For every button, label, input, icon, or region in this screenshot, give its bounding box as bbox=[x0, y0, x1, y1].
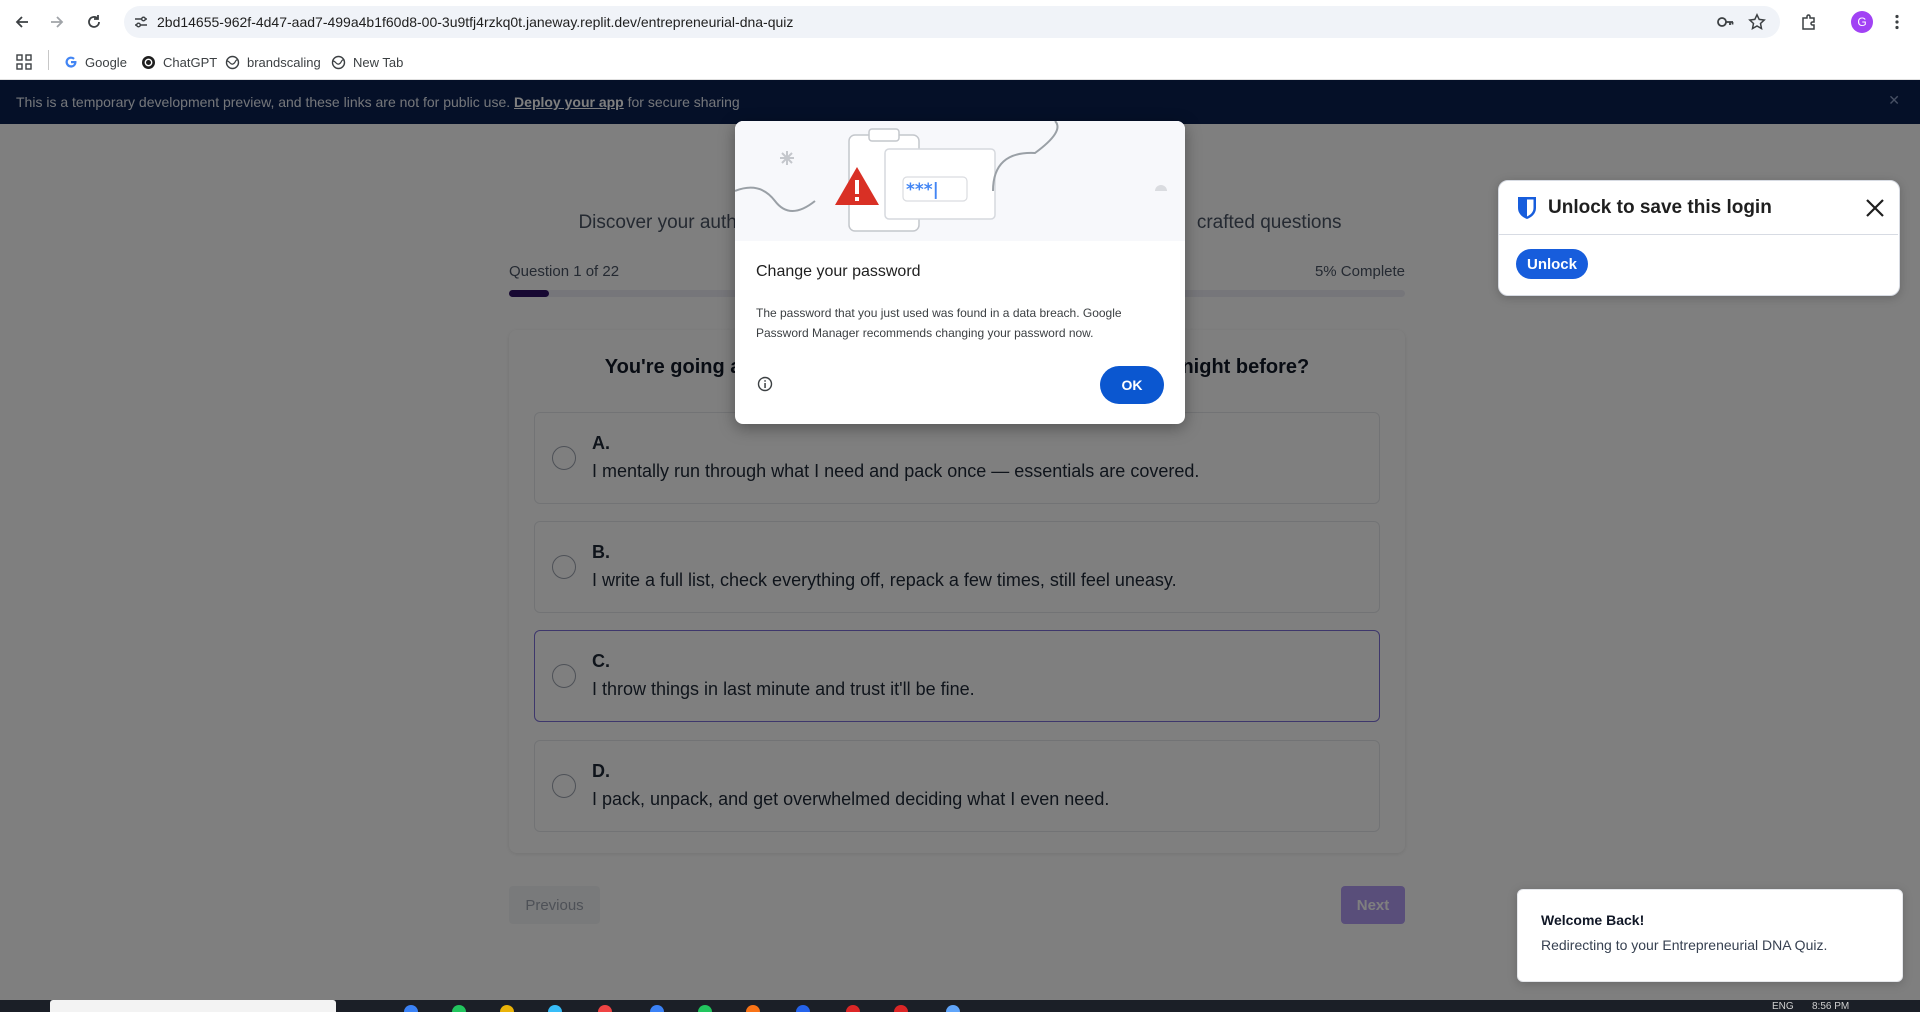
taskbar-app-icon[interactable] bbox=[846, 1005, 860, 1012]
apps-grid-icon bbox=[16, 54, 32, 70]
bookmark-label: brandscaling bbox=[247, 54, 321, 70]
popup-title: Unlock to save this login bbox=[1548, 197, 1772, 218]
bookmark-label: ChatGPT bbox=[163, 54, 218, 70]
taskbar-app-icon[interactable] bbox=[796, 1005, 810, 1012]
clock[interactable]: 8:56 PM bbox=[1812, 1001, 1849, 1012]
bitwarden-save-login-popup: Unlock to save this login Unlock bbox=[1498, 180, 1900, 296]
bookmark-brandscaling[interactable]: brandscaling bbox=[225, 52, 321, 72]
info-icon[interactable] bbox=[756, 375, 774, 393]
chatgpt-icon bbox=[142, 55, 155, 69]
taskbar-app-icon[interactable] bbox=[548, 1005, 562, 1012]
popup-header: Unlock to save this login bbox=[1499, 181, 1898, 235]
back-button[interactable] bbox=[9, 9, 35, 35]
ok-button[interactable]: OK bbox=[1100, 366, 1164, 404]
globe-icon bbox=[225, 55, 240, 69]
bookmark-star-icon[interactable] bbox=[1748, 13, 1766, 31]
taskbar-app-icon[interactable] bbox=[746, 1005, 760, 1012]
puzzle-icon bbox=[1802, 14, 1815, 30]
bookmark-new-tab[interactable]: New Tab bbox=[331, 52, 403, 72]
url-text[interactable]: 2bd14655-962f-4d47-aad7-499a4b1f60d8-00-… bbox=[157, 14, 793, 30]
unlock-button[interactable]: Unlock bbox=[1516, 249, 1588, 279]
dialog-body: The password that you just used was foun… bbox=[756, 306, 1122, 340]
reload-icon bbox=[88, 15, 100, 28]
toast-title: Welcome Back! bbox=[1541, 912, 1645, 928]
globe-icon bbox=[331, 55, 346, 69]
reload-button[interactable] bbox=[81, 9, 107, 35]
extensions-button[interactable] bbox=[1796, 9, 1822, 35]
bitwarden-shield-icon bbox=[1516, 196, 1538, 220]
taskbar-app-icon[interactable] bbox=[452, 1005, 466, 1012]
taskbar-app-icon[interactable] bbox=[894, 1005, 908, 1012]
browser-toolbar: 2bd14655-962f-4d47-aad7-499a4b1f60d8-00-… bbox=[0, 0, 1920, 44]
bookmark-chatgpt[interactable]: ChatGPT bbox=[141, 52, 217, 72]
taskbar-app-icon[interactable] bbox=[698, 1005, 712, 1012]
taskbar-chrome-icon[interactable] bbox=[598, 1005, 612, 1012]
welcome-toast: Welcome Back! Redirecting to your Entrep… bbox=[1517, 889, 1903, 982]
forward-button[interactable] bbox=[44, 9, 70, 35]
google-icon bbox=[65, 56, 77, 68]
dialog-title: Change your password bbox=[756, 263, 921, 280]
menu-button[interactable] bbox=[1884, 9, 1910, 35]
profile-avatar[interactable]: G bbox=[1851, 11, 1873, 33]
page-content: This is a temporary development preview,… bbox=[0, 80, 1920, 1000]
password-key-icon[interactable] bbox=[1716, 13, 1734, 31]
apps-button[interactable] bbox=[16, 52, 32, 72]
close-icon[interactable] bbox=[1862, 195, 1888, 221]
site-settings-icon[interactable] bbox=[132, 13, 150, 31]
bookmarks-bar: Google ChatGPT brandscaling New Tab bbox=[0, 44, 1920, 80]
bookmark-google[interactable]: Google bbox=[64, 52, 127, 72]
taskbar-app-icon[interactable] bbox=[650, 1005, 664, 1012]
taskbar-search-box[interactable] bbox=[50, 1000, 336, 1012]
toast-message: Redirecting to your Entrepreneurial DNA … bbox=[1541, 937, 1828, 953]
more-vert-icon bbox=[1895, 14, 1899, 30]
windows-taskbar: ENG 8:56 PM bbox=[0, 1000, 1920, 1012]
language-indicator[interactable]: ENG bbox=[1772, 1001, 1794, 1012]
taskbar-app-icon[interactable] bbox=[946, 1005, 960, 1012]
taskbar-folder-icon[interactable] bbox=[500, 1005, 514, 1012]
arrow-right-icon bbox=[51, 16, 64, 28]
address-bar[interactable]: 2bd14655-962f-4d47-aad7-499a4b1f60d8-00-… bbox=[124, 6, 1780, 38]
bookmark-label: New Tab bbox=[353, 54, 404, 70]
bookmark-label: Google bbox=[85, 54, 127, 70]
change-password-dialog: ***| Change your password The password t… bbox=[735, 121, 1185, 424]
masked-password: ***| bbox=[906, 180, 939, 200]
arrow-left-icon bbox=[15, 16, 28, 28]
bookmarks-divider bbox=[48, 50, 49, 70]
breach-illustration: ***| bbox=[735, 121, 1185, 241]
taskbar-app-icon[interactable] bbox=[404, 1005, 418, 1012]
